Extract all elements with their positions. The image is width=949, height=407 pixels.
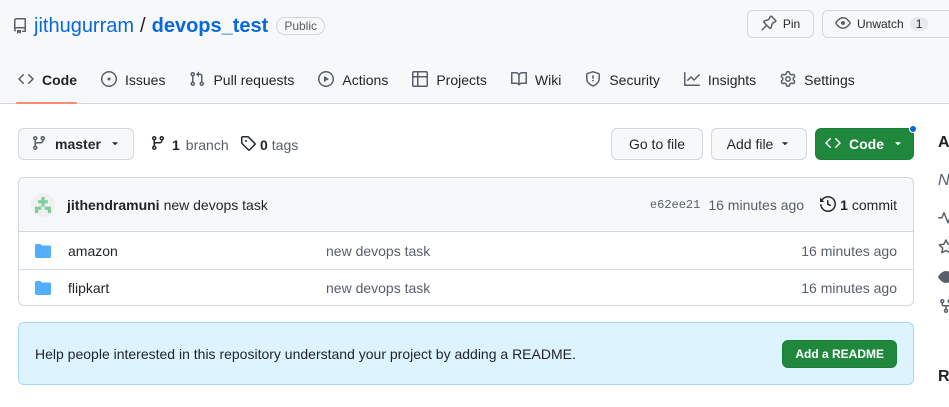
gear-icon (780, 70, 796, 90)
avatar[interactable] (31, 192, 55, 217)
tab-label: Actions (342, 72, 389, 88)
commit-sha-link[interactable]: e62ee21 (650, 198, 700, 212)
branch-select-button[interactable]: master (18, 128, 134, 160)
path-separator: / (140, 14, 146, 37)
folder-icon (35, 243, 51, 258)
repo-header: jithugurram / devops_test Public Pin Unw… (0, 0, 949, 104)
activity-icon (938, 210, 949, 229)
branch-name: master (55, 136, 101, 152)
pin-label: Pin (782, 17, 801, 31)
commit-count: 1 (840, 197, 848, 213)
caret-down-icon (109, 136, 121, 152)
notification-dot (909, 125, 917, 133)
repo-title: jithugurram / devops_test Public (12, 12, 326, 40)
tag-count-value: 0 (260, 136, 268, 153)
tab-label: Projects (436, 72, 487, 88)
file-commit-time: 16 minutes ago (801, 242, 897, 259)
eye-icon (835, 15, 851, 34)
history-icon (820, 195, 837, 215)
releases-heading: R (938, 368, 949, 385)
unwatch-label: Unwatch (857, 17, 904, 31)
commit-message-link[interactable]: new devops task (164, 197, 268, 213)
table-icon (412, 70, 429, 90)
tab-wiki[interactable]: Wiki (509, 60, 573, 100)
file-name-link[interactable]: amazon (68, 243, 326, 259)
tag-icon (240, 135, 256, 154)
shield-icon (585, 70, 601, 90)
about-description: N (938, 172, 949, 189)
pull-request-icon (189, 71, 205, 90)
tab-projects[interactable]: Projects (410, 60, 499, 100)
tab-code[interactable]: Code (16, 60, 89, 104)
readme-prompt-text: Help people interested in this repositor… (35, 345, 576, 362)
tab-issues[interactable]: Issues (99, 60, 177, 100)
file-name-link[interactable]: flipkart (68, 280, 326, 296)
repo-owner-link[interactable]: jithugurram (34, 15, 134, 38)
file-commit-message-link[interactable]: new devops task (326, 280, 430, 296)
tab-label: Code (42, 72, 77, 88)
repo-name-link[interactable]: devops_test (152, 15, 269, 38)
fork-icon (938, 298, 949, 317)
repo-tabs: Code Issues Pull requests Actions Projec… (16, 60, 877, 104)
tab-label: Security (609, 72, 660, 88)
add-file-label: Add file (726, 136, 774, 152)
go-to-file-button[interactable]: Go to file (611, 128, 703, 160)
branch-count-value: 1 (172, 136, 180, 153)
unwatch-button[interactable]: Unwatch 1 (822, 10, 949, 38)
book-icon (510, 71, 527, 90)
graph-icon (683, 71, 700, 90)
tab-actions[interactable]: Actions (316, 60, 400, 100)
tab-label: Insights (707, 72, 757, 88)
branch-count-label: branch (185, 136, 229, 153)
add-file-button[interactable]: Add file (711, 128, 807, 160)
issue-icon (101, 70, 117, 90)
file-browser: jithendramuni new devops task e62ee21 16… (18, 177, 914, 306)
caret-down-icon (892, 136, 904, 152)
commit-meta: e62ee21 16 minutes ago 1 commit (650, 178, 897, 232)
code-icon (825, 135, 841, 154)
file-commit-message-link[interactable]: new devops task (326, 243, 430, 259)
file-row: amazon new devops task 16 minutes ago (19, 232, 913, 269)
code-icon (18, 71, 34, 90)
tab-label: Pull requests (213, 72, 295, 88)
caret-down-icon (779, 136, 791, 152)
tab-settings[interactable]: Settings (778, 60, 867, 100)
play-icon (318, 70, 335, 90)
commit-author-link[interactable]: jithendramuni (67, 197, 160, 213)
commits-history-link[interactable]: 1 commit (820, 195, 897, 215)
latest-commit-row: jithendramuni new devops task e62ee21 16… (19, 178, 913, 232)
branch-icon (31, 135, 47, 154)
tab-pull-requests[interactable]: Pull requests (187, 60, 306, 100)
tags-link[interactable]: 0 tags (240, 135, 298, 154)
star-icon (938, 239, 949, 258)
add-readme-button[interactable]: Add a README (782, 340, 897, 368)
code-label: Code (849, 136, 884, 152)
file-commit-time: 16 minutes ago (801, 280, 897, 296)
watch-count: 1 (909, 17, 929, 31)
tab-label: Issues (125, 72, 166, 88)
about-heading: A (938, 134, 949, 151)
tab-insights[interactable]: Insights (682, 60, 768, 100)
pin-button[interactable]: Pin (747, 10, 814, 38)
code-dropdown-button[interactable]: Code (815, 128, 914, 160)
readme-banner: Help people interested in this repositor… (18, 322, 914, 385)
file-row: flipkart new devops task 16 minutes ago (19, 269, 913, 305)
pin-icon (761, 14, 777, 34)
tab-security[interactable]: Security (583, 60, 672, 100)
tag-count-label: tags (271, 136, 299, 153)
visibility-badge: Public (276, 17, 326, 35)
eye-icon (938, 269, 949, 288)
branch-icon (150, 135, 166, 154)
repo-icon (12, 18, 28, 34)
folder-icon (35, 281, 51, 295)
tab-label: Settings (804, 72, 855, 88)
tab-label: Wiki (534, 72, 562, 88)
commit-time: 16 minutes ago (708, 197, 805, 213)
branches-link[interactable]: 1 branch (150, 135, 229, 154)
commit-count-label: commit (851, 197, 897, 213)
